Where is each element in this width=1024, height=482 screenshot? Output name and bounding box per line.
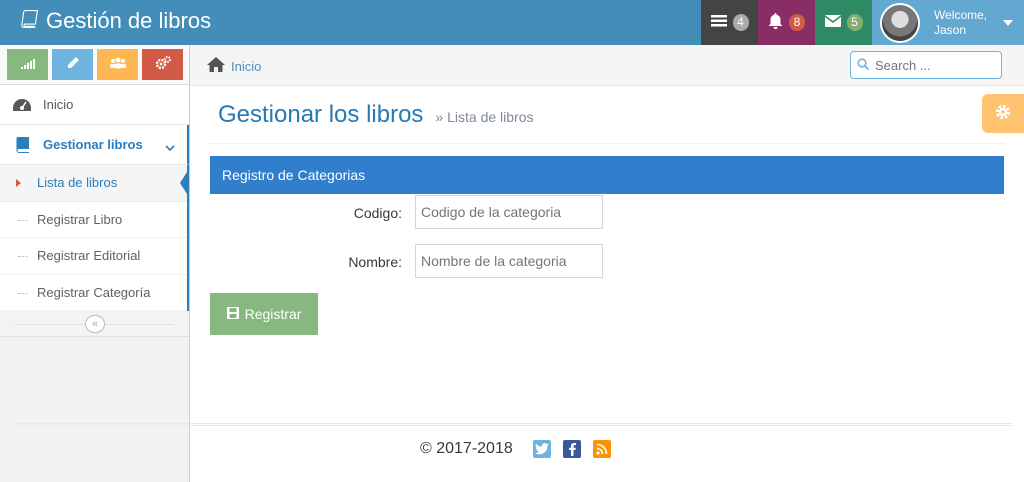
double-angle-right-icon: » bbox=[435, 109, 444, 125]
collapse-double-angle-left-icon[interactable]: « bbox=[85, 315, 105, 333]
envelope-icon bbox=[824, 15, 841, 30]
sidebar: Inicio Gestionar libros Lista de libros … bbox=[0, 45, 190, 482]
home-icon bbox=[207, 57, 225, 75]
facebook-icon[interactable] bbox=[562, 440, 581, 458]
pencil-icon bbox=[66, 56, 80, 73]
submenu-item-lista-de-libros[interactable]: Lista de libros bbox=[0, 165, 189, 202]
caret-down-icon bbox=[1003, 19, 1014, 26]
book-icon bbox=[12, 136, 32, 153]
sidebar-item-label: Gestionar libros bbox=[43, 137, 143, 152]
submenu-item-label: Registrar Editorial bbox=[37, 248, 141, 264]
signal-icon bbox=[20, 57, 35, 72]
shortcut-users-button[interactable] bbox=[97, 49, 138, 80]
submenu-item-label: Lista de libros bbox=[37, 175, 118, 191]
sidebar-collapse-bar: « bbox=[0, 311, 189, 337]
brand[interactable]: Gestión de libros bbox=[20, 8, 211, 34]
search-input[interactable] bbox=[875, 57, 995, 73]
tasks-icon bbox=[710, 14, 727, 31]
users-icon bbox=[109, 57, 126, 72]
nombre-label: Nombre: bbox=[348, 254, 402, 270]
tasks-badge: 4 bbox=[732, 14, 749, 31]
footer-divider bbox=[12, 423, 1012, 426]
gear-icon bbox=[994, 103, 1012, 124]
copyright: © 2017-2018 bbox=[420, 440, 513, 457]
sidebar-item-inicio[interactable]: Inicio bbox=[0, 85, 189, 125]
breadcrumb: Inicio bbox=[190, 45, 1024, 86]
user-menu[interactable]: Welcome, Jason bbox=[872, 0, 1024, 45]
welcome-text: Welcome, bbox=[934, 7, 988, 22]
shortcut-settings-button[interactable] bbox=[142, 49, 183, 80]
codigo-field[interactable] bbox=[415, 195, 603, 229]
bell-icon bbox=[768, 13, 783, 32]
tachometer-icon bbox=[12, 98, 32, 112]
breadcrumb-home[interactable]: Inicio bbox=[207, 57, 261, 75]
page-title: Gestionar los libros bbox=[218, 101, 424, 128]
save-icon bbox=[226, 306, 239, 322]
submenu-item-registrar-editorial[interactable]: Registrar Editorial bbox=[0, 238, 187, 275]
avatar bbox=[880, 2, 920, 43]
submenu-item-label: Registrar Libro bbox=[37, 211, 123, 227]
notifications-badge: 8 bbox=[789, 14, 805, 31]
shortcuts bbox=[0, 45, 189, 85]
footer: © 2017-2018 bbox=[420, 440, 611, 458]
brand-title: Gestión de libros bbox=[46, 8, 212, 33]
rss-icon[interactable] bbox=[592, 440, 611, 458]
book-icon bbox=[20, 8, 38, 34]
submenu-item-registrar-categoria[interactable]: Registrar Categoría bbox=[0, 275, 187, 311]
notifications-button[interactable]: 8 bbox=[758, 0, 815, 45]
breadcrumb-home-label: Inicio bbox=[231, 58, 262, 74]
sidebar-item-gestionar-libros[interactable]: Gestionar libros bbox=[0, 125, 189, 165]
sidebar-item-label: Inicio bbox=[43, 97, 74, 112]
divider bbox=[210, 143, 1004, 144]
user-name: Jason bbox=[934, 22, 967, 37]
shortcut-edit-button[interactable] bbox=[52, 49, 93, 80]
page-subtitle: » Lista de libros bbox=[435, 109, 533, 125]
registrar-button-label: Registrar bbox=[244, 306, 302, 322]
twitter-icon[interactable] bbox=[532, 440, 551, 458]
search-box bbox=[850, 51, 1002, 79]
chevron-down-icon bbox=[165, 140, 175, 155]
submenu: Lista de libros Registrar Libro Registra… bbox=[0, 165, 189, 311]
active-notch bbox=[180, 169, 189, 197]
search-icon bbox=[857, 57, 870, 73]
tasks-button[interactable]: 4 bbox=[701, 0, 758, 45]
submenu-item-registrar-libro[interactable]: Registrar Libro bbox=[0, 202, 187, 238]
registrar-button[interactable]: Registrar bbox=[210, 293, 318, 335]
cogs-icon bbox=[155, 56, 171, 73]
nombre-field[interactable] bbox=[415, 244, 603, 278]
shortcut-stats-button[interactable] bbox=[7, 49, 48, 80]
navbar: Gestión de libros 4 8 5 Welcome, Jason bbox=[0, 0, 1024, 45]
submenu-item-label: Registrar Categoría bbox=[37, 284, 151, 300]
codigo-label: Codigo: bbox=[353, 205, 402, 221]
page-header: Gestionar los libros » Lista de libros bbox=[218, 101, 534, 129]
user-info: Welcome, Jason bbox=[934, 8, 987, 38]
panel-header: Registro de Categorias bbox=[210, 156, 1004, 194]
caret-right-icon bbox=[16, 179, 21, 187]
settings-toggle-button[interactable] bbox=[982, 94, 1024, 133]
messages-button[interactable]: 5 bbox=[815, 0, 872, 45]
page-subtitle-text: Lista de libros bbox=[447, 109, 534, 125]
messages-badge: 5 bbox=[846, 14, 863, 31]
